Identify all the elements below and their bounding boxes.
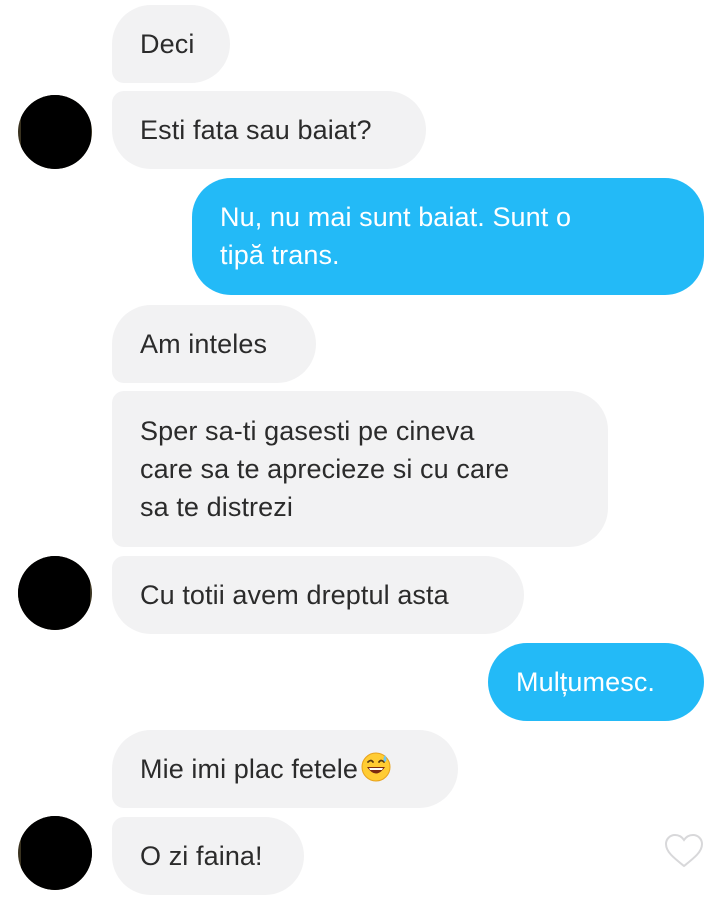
heart-outline-icon[interactable]: [664, 833, 704, 869]
avatar-censor-block: [18, 556, 90, 630]
message-bubble-incoming[interactable]: Am inteles: [112, 305, 316, 383]
message-text: Am inteles: [140, 329, 268, 359]
message-text: Deci: [140, 29, 195, 59]
avatar-censor-block: [21, 95, 91, 169]
grinning-sweat-emoji-icon: [361, 752, 391, 782]
message-bubble-incoming[interactable]: Deci: [112, 5, 230, 83]
contact-avatar[interactable]: [18, 556, 92, 630]
message-bubble-incoming[interactable]: O zi faina!: [112, 817, 304, 895]
message-bubble-outgoing[interactable]: Mulțumesc.: [488, 643, 704, 721]
message-bubble-incoming[interactable]: Sper sa-ti gasesti pe cineva care sa te …: [112, 391, 608, 547]
contact-avatar[interactable]: [18, 95, 92, 169]
contact-avatar[interactable]: [18, 816, 92, 890]
message-text: Mie imi plac fetele: [140, 754, 358, 784]
chat-thread: Deci Esti fata sau baiat? Nu, nu mai sun…: [0, 0, 720, 921]
message-text: Esti fata sau baiat?: [140, 115, 372, 145]
message-bubble-incoming[interactable]: Mie imi plac fetele: [112, 730, 458, 808]
message-text: O zi faina!: [140, 841, 263, 871]
message-text-line: sa te distrezi: [140, 492, 293, 522]
message-text-line: Sper sa-ti gasesti pe cineva: [140, 416, 475, 446]
message-bubble-outgoing[interactable]: Nu, nu mai sunt baiat. Sunt o tipă trans…: [192, 178, 704, 295]
message-text: Cu totii avem dreptul asta: [140, 580, 449, 610]
message-text-line: Nu, nu mai sunt baiat. Sunt o: [220, 202, 572, 232]
message-bubble-incoming[interactable]: Esti fata sau baiat?: [112, 91, 426, 169]
message-bubble-incoming[interactable]: Cu totii avem dreptul asta: [112, 556, 524, 634]
message-text: Mulțumesc.: [516, 667, 656, 697]
message-text-line: care sa te aprecieze si cu care: [140, 454, 510, 484]
avatar-censor-block: [21, 816, 92, 890]
message-text-line: tipă trans.: [220, 240, 340, 270]
